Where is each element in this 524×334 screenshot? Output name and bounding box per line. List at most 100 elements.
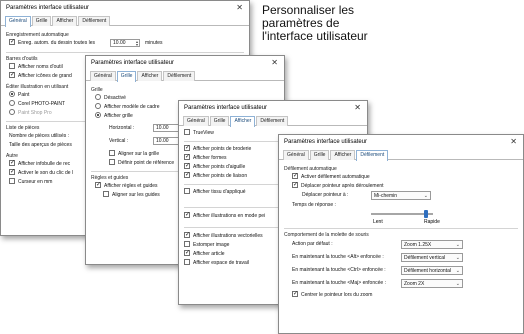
response-slider[interactable]: Lent Rapide	[284, 210, 518, 225]
default-action-label: Action par défaut :	[292, 241, 333, 247]
show-rules-label: Afficher règles et guides	[104, 183, 158, 189]
tab-display[interactable]: Afficher	[52, 16, 78, 26]
enable-sound-checkbox[interactable]: ✓	[9, 168, 15, 175]
ctrl-action-row: En maintenant la touche <Ctrl> enfoncée …	[284, 266, 518, 276]
show-bubble-label: Afficher infobulle de rec	[18, 161, 71, 167]
response-time-row: Temps de réponse :	[284, 201, 518, 211]
trueview-label: TrueView	[193, 130, 214, 136]
radio-grid-frame[interactable]	[95, 102, 101, 109]
default-action-select[interactable]: Zoom 1.25X ⌄	[401, 240, 463, 249]
show-tool-names-checkbox[interactable]	[9, 62, 15, 69]
crop-image-checkbox[interactable]	[184, 240, 190, 247]
tab-general[interactable]: Général	[183, 116, 209, 126]
tab-bar: Général Grille Afficher Défilement	[179, 115, 367, 127]
applique-checkbox[interactable]	[184, 187, 190, 194]
enable-sound-label: Activer le son du clic de l	[18, 170, 74, 176]
slider-slow-label: Lent	[373, 219, 383, 225]
cursor-mm-label: Curseur en mm	[18, 179, 53, 185]
caption: Personnaliser les paramètres de l'interf…	[262, 4, 412, 43]
autosave-row: ✓ Enreg. autom. du dessin toutes les 10.0…	[6, 38, 244, 49]
tab-general[interactable]: Général	[90, 71, 116, 81]
radio-grid-label: Afficher grille	[104, 113, 133, 119]
alt-action-label: En maintenant la touche <Alt> enfoncée :	[292, 254, 384, 260]
radio-corel[interactable]	[9, 99, 15, 106]
response-time-label: Temps de réponse :	[292, 202, 336, 208]
illustrations-mode-label: Afficher illustrations en mode pei	[193, 213, 266, 219]
vector-illustrations-checkbox[interactable]: ✓	[184, 231, 190, 238]
center-pointer-checkbox[interactable]: ✓	[292, 290, 298, 297]
radio-frame-label: Afficher modèle de cadre	[104, 104, 160, 110]
autosave-section-title: Enregistrement automatique	[6, 32, 69, 38]
radio-grid-off[interactable]	[95, 93, 101, 100]
applique-label: Afficher tissu d'appliqué	[193, 189, 246, 195]
autosave-interval-input[interactable]: 10.00 ▴ ▾	[110, 39, 140, 47]
define-ref-checkbox[interactable]	[109, 158, 115, 165]
show-article-label: Afficher article	[193, 251, 225, 257]
tab-grid[interactable]: Grille	[31, 16, 52, 26]
needle-points-checkbox[interactable]: ✓	[184, 162, 190, 169]
tab-bar: Général Grille Afficher Défilement	[1, 15, 249, 27]
slider-thumb[interactable]	[424, 210, 429, 218]
workspace-checkbox[interactable]	[184, 258, 190, 265]
align-guides-label: Aligner sur les guides	[112, 192, 160, 198]
chevron-down-icon: ⌄	[455, 242, 460, 248]
move-pointer-to-label: Déplacer pointeur à :	[302, 192, 349, 198]
define-ref-label: Définir point de référence	[118, 160, 175, 166]
align-grid-label: Aligner sur la grille	[118, 151, 160, 157]
illustrations-mode-checkbox[interactable]: ✓	[184, 211, 190, 218]
tab-bar: Général Grille Afficher Défilement	[86, 70, 284, 82]
show-large-icons-checkbox[interactable]: ✓	[9, 71, 15, 78]
ctrl-action-label: En maintenant la touche <Ctrl> enfoncée …	[292, 267, 386, 273]
move-pointer-select[interactable]: Mi-chemin ⌄	[371, 191, 431, 200]
radio-paint[interactable]	[9, 90, 15, 97]
close-icon[interactable]: ✕	[510, 135, 517, 148]
tab-grid[interactable]: Grille	[309, 150, 330, 160]
stitch-points-checkbox[interactable]: ✓	[184, 144, 190, 151]
tab-scroll[interactable]: Défilement	[256, 116, 289, 126]
radio-off-label: Désactivé	[104, 95, 126, 101]
radio-corel-label: Corel PHOTO-PAINT	[18, 101, 66, 107]
tab-general[interactable]: Général	[283, 150, 309, 160]
show-article-checkbox[interactable]: ✓	[184, 249, 190, 256]
spinner-icon[interactable]: ▴▾	[136, 40, 138, 47]
shapes-label: Afficher formes	[193, 155, 227, 161]
show-rules-checkbox[interactable]: ✓	[95, 181, 101, 188]
radio-grid-on[interactable]	[95, 111, 101, 118]
caption-line-3: l'interface utilisateur	[262, 29, 368, 43]
show-bubble-checkbox[interactable]: ✓	[9, 159, 15, 166]
cursor-mm-checkbox[interactable]	[9, 177, 15, 184]
move-pointer-label: Déplacer pointeur après déroulement	[301, 183, 384, 189]
autosave-checkbox[interactable]: ✓	[9, 38, 15, 45]
title-bar: Paramètres interface utilisateur ✕	[86, 56, 284, 70]
enable-auto-checkbox[interactable]: ✓	[292, 172, 298, 179]
tab-grid[interactable]: Grille	[209, 116, 230, 126]
maj-action-select[interactable]: Zoom 2X ⌄	[401, 279, 463, 288]
dialog-scroll: Paramètres interface utilisateur ✕ Génér…	[278, 134, 524, 334]
stitch-points-label: Afficher points de broderie	[193, 146, 252, 152]
close-icon[interactable]: ✕	[354, 101, 361, 114]
divider	[6, 52, 244, 53]
alt-action-select[interactable]: Défilement vertical ⌄	[401, 253, 463, 262]
tab-scroll[interactable]: Défilement	[78, 16, 111, 26]
tie-points-checkbox[interactable]: ✓	[184, 171, 190, 178]
shapes-checkbox[interactable]: ✓	[184, 153, 190, 160]
align-grid-checkbox[interactable]	[109, 149, 115, 156]
crop-image-label: Estomper image	[193, 242, 230, 248]
tab-display[interactable]: Afficher	[137, 71, 163, 81]
move-pointer-checkbox[interactable]: ✓	[292, 181, 298, 188]
align-guides-checkbox[interactable]	[103, 190, 109, 197]
divider	[284, 228, 518, 229]
close-icon[interactable]: ✕	[236, 1, 243, 14]
trueview-checkbox[interactable]	[184, 128, 190, 135]
tab-display[interactable]: Afficher	[330, 150, 356, 160]
radio-paintshop[interactable]	[9, 108, 15, 115]
alt-action-row: En maintenant la touche <Alt> enfoncée :…	[284, 253, 518, 263]
enable-auto-label: Activer défilement automatique	[301, 174, 370, 180]
ctrl-action-select[interactable]: Défilement horizontal ⌄	[401, 266, 463, 275]
close-icon[interactable]: ✕	[271, 56, 278, 69]
horizontal-label: Horizontal :	[109, 125, 135, 131]
default-action-row: Action par défaut : Zoom 1.25X ⌄	[284, 240, 518, 250]
autosave-label: Enreg. autom. du dessin toutes les	[18, 40, 95, 46]
tab-scroll[interactable]: Défilement	[163, 71, 196, 81]
chevron-down-icon: ⌄	[455, 281, 460, 287]
